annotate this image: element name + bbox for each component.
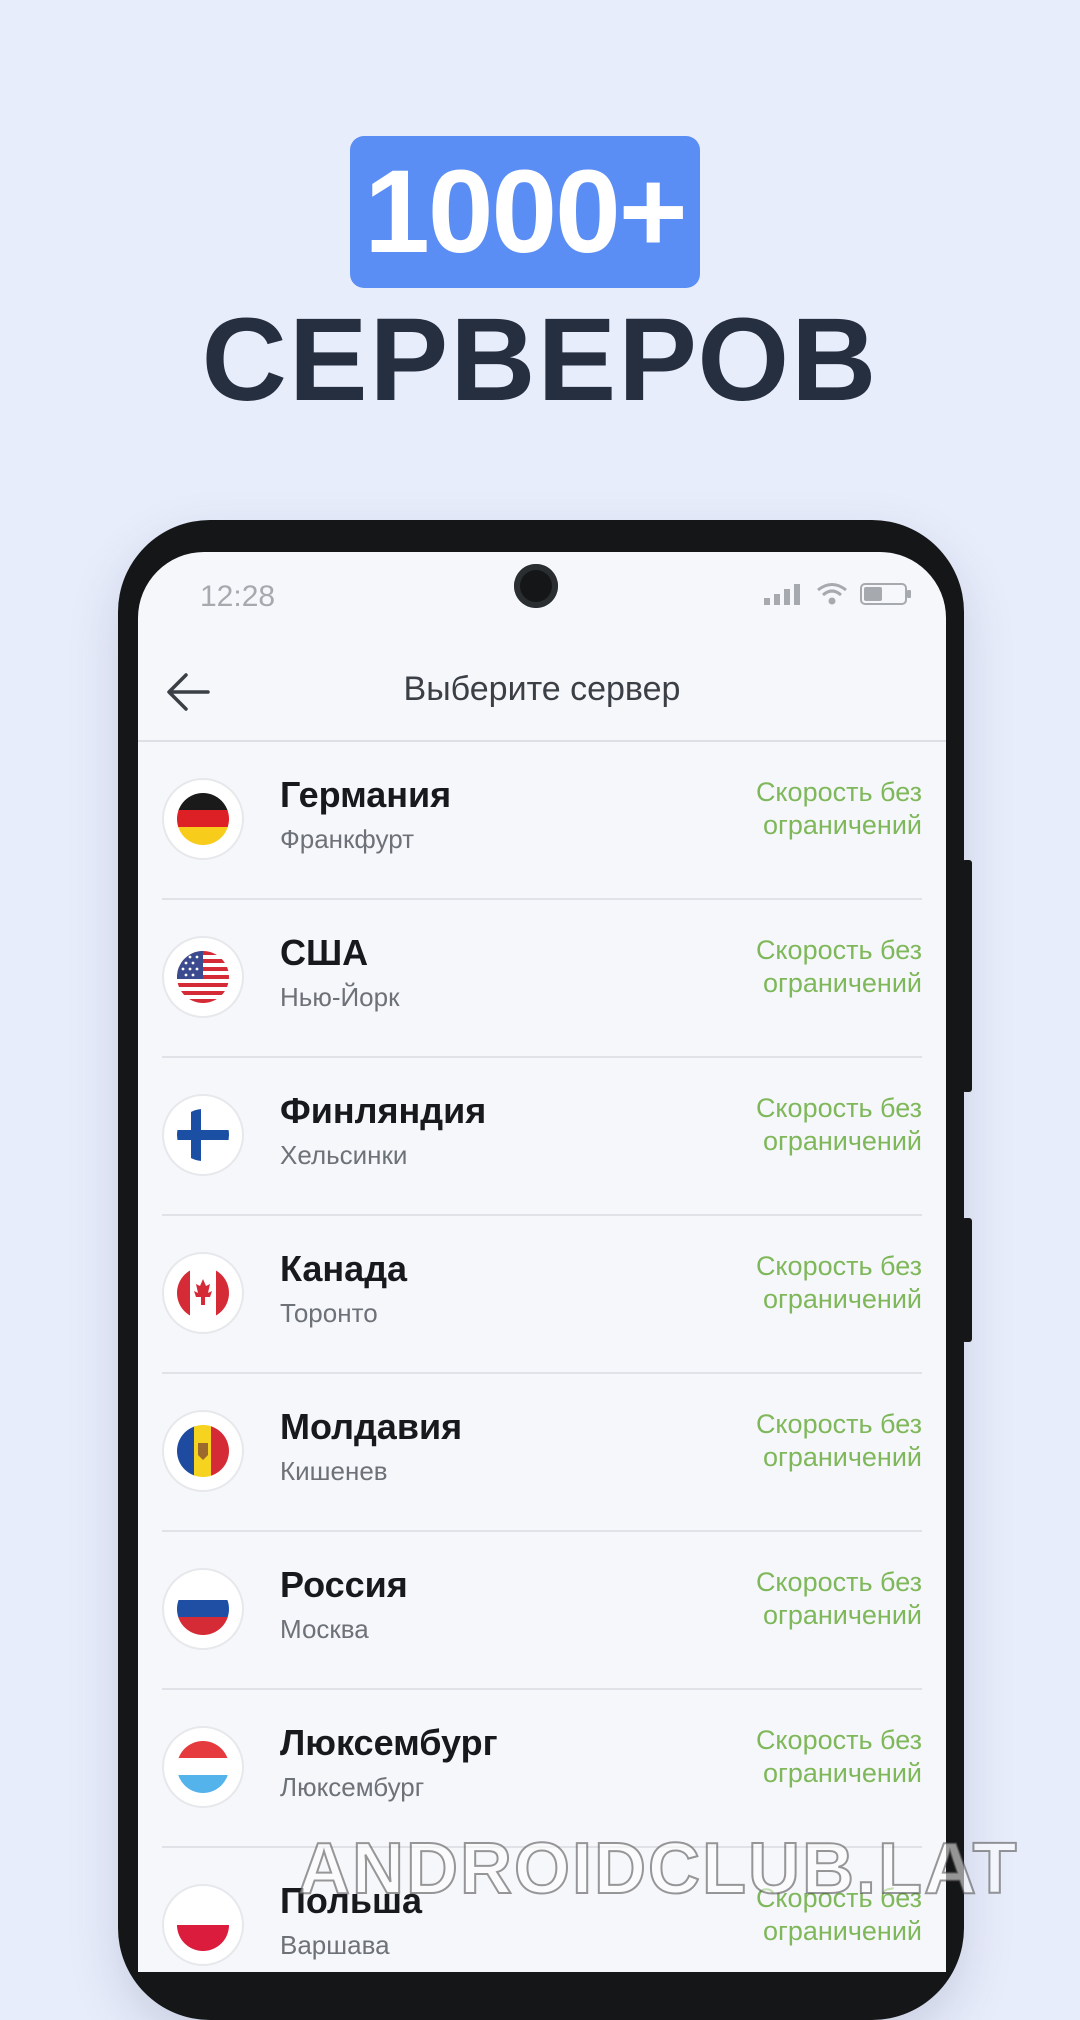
city-name: Варшава [280,1930,390,1960]
promo-title: СЕРВЕРОВ [201,294,879,426]
speed-label: Скорость без ограничений [755,1725,922,1788]
flag-container [162,1252,244,1334]
server-row-finland[interactable]: Финляндия Хельсинки Скорость без огранич… [162,1058,922,1216]
phone-screen: 12:28 Выберите сервер Германия Франкфурт… [138,552,946,1972]
city-name: Франкфурт [280,824,415,854]
country-name: США [280,932,369,973]
moldova-flag-icon [177,1425,229,1477]
usa-flag-icon [177,951,229,1003]
country-name: Германия [280,774,452,815]
country-name: Люксембург [280,1722,498,1763]
city-name: Нью-Йорк [280,982,400,1012]
front-camera [514,564,558,608]
wifi-icon [817,583,847,605]
germany-flag-icon [177,793,229,845]
server-row-usa[interactable]: США Нью-Йорк Скорость без ограничений [162,900,922,1058]
country-name: Канада [280,1248,408,1289]
canada-flag-icon [177,1267,229,1319]
speed-label: Скорость без ограничений [755,1093,922,1156]
phone-side-button-upper [962,860,972,1092]
flag-container [162,936,244,1018]
app-header: Выберите сервер [138,644,946,742]
signal-icon [764,584,800,605]
city-name: Кишенев [280,1456,388,1486]
speed-label: Скорость без ограничений [755,777,922,840]
city-name: Люксембург [280,1772,425,1802]
flag-container [162,1410,244,1492]
server-row-canada[interactable]: Канада Торонто Скорость без ограничений [162,1216,922,1374]
city-name: Хельсинки [280,1140,408,1170]
country-name: Молдавия [280,1406,463,1447]
status-icons [764,582,912,606]
status-time: 12:28 [200,580,276,613]
flag-container [162,1884,244,1966]
luxembourg-flag-icon [177,1741,229,1793]
speed-label: Скорость без ограничений [755,1409,922,1472]
speed-label: Скорость без ограничений [755,1567,922,1630]
promo-count-badge: 1000+ [350,136,700,288]
flag-container [162,1568,244,1650]
city-name: Москва [280,1614,369,1644]
country-name: Россия [280,1564,408,1605]
finland-flag-icon [177,1109,229,1161]
header-title: Выберите сервер [403,670,681,708]
battery-icon [860,583,911,605]
phone-side-button-lower [962,1218,972,1342]
flag-container [162,1726,244,1808]
speed-label: Скорость без ограничений [755,1251,922,1314]
server-list: Германия Франкфурт Скорость без ограниче… [138,742,946,1972]
server-row-moldova[interactable]: Молдавия Кишенев Скорость без ограничени… [162,1374,922,1532]
flag-container [162,778,244,860]
poland-flag-icon [177,1899,229,1951]
flag-container [162,1094,244,1176]
watermark: ANDROIDCLUB.LAT [297,1828,1019,1910]
server-row-russia[interactable]: Россия Москва Скорость без ограничений [162,1532,922,1690]
city-name: Торонто [280,1298,378,1328]
server-row-germany[interactable]: Германия Франкфурт Скорость без ограниче… [162,742,922,900]
server-row-luxembourg[interactable]: Люксембург Люксембург Скорость без огран… [162,1690,922,1848]
speed-label: Скорость без ограничений [755,935,922,998]
russia-flag-icon [177,1583,229,1635]
country-name: Финляндия [280,1090,487,1131]
